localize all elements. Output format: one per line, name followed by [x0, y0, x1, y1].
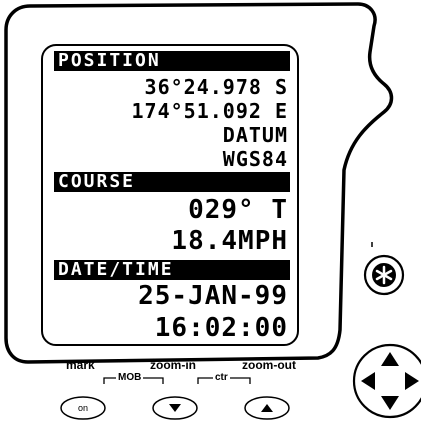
date-value: 25-JAN-99: [138, 281, 288, 311]
zoom-in-button[interactable]: [153, 397, 197, 419]
datetime-header: DATE/TIME: [54, 260, 290, 280]
zoom-out-button[interactable]: [245, 397, 289, 419]
longitude-value: 174°51.092 E: [131, 99, 288, 123]
ctr-label: ctr: [213, 372, 230, 383]
zoom-in-label: zoom-in: [150, 358, 196, 372]
course-header: COURSE: [54, 172, 290, 192]
dpad-right-button[interactable]: [400, 366, 421, 396]
mark-label: mark: [66, 358, 95, 372]
lcd-screen: POSITION 36°24.978 S 174°51.092 E DATUM …: [42, 45, 298, 345]
datum-label: DATUM: [222, 123, 288, 147]
datum-value: WGS84: [222, 147, 288, 171]
mob-label: MOB: [116, 372, 144, 383]
course-heading: 029° T: [188, 195, 288, 225]
position-header: POSITION: [54, 51, 290, 71]
dpad-left-button[interactable]: [356, 366, 378, 396]
time-value: 16:02:00: [154, 313, 288, 343]
course-speed: 18.4MPH: [171, 226, 288, 256]
star-button[interactable]: [365, 256, 403, 294]
zoom-out-label: zoom-out: [242, 358, 296, 372]
latitude-value: 36°24.978 S: [144, 75, 288, 99]
on-button[interactable]: [61, 397, 105, 419]
